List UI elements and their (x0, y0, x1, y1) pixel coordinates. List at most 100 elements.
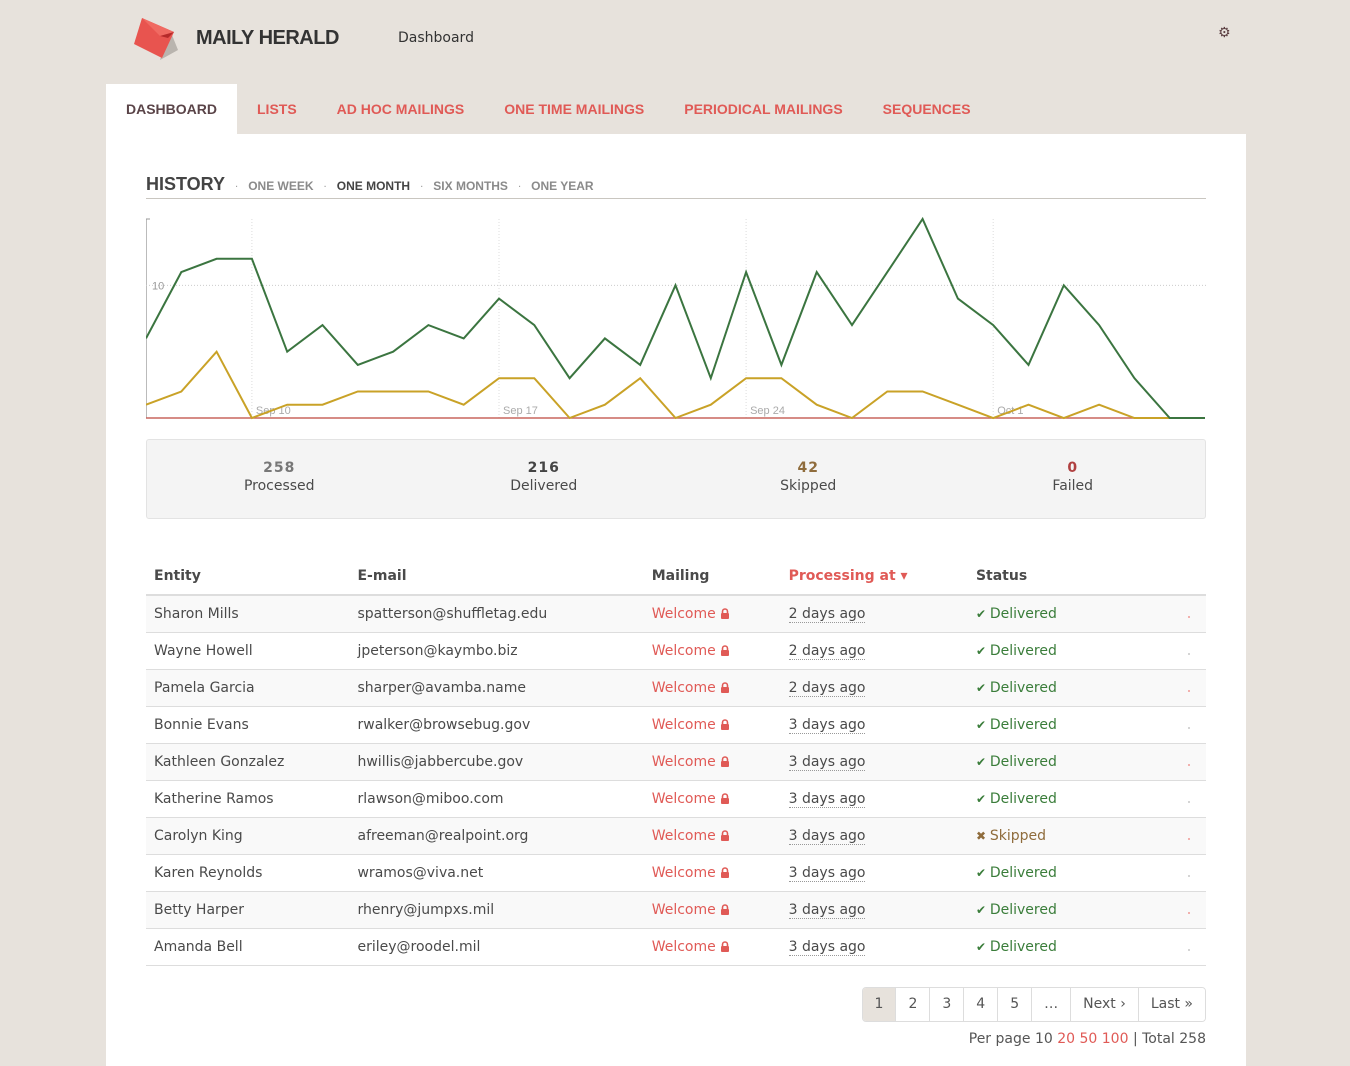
status-cell: ✔ Delivered (967, 632, 1180, 670)
page-next[interactable]: Next › (1070, 988, 1138, 1021)
email-cell: rhenry@jumpxs.mil (349, 891, 644, 929)
table-row[interactable]: Pamela Garcia sharper@avamba.name Welcome 2… (146, 669, 1206, 707)
entity-cell: Karen Reynolds (146, 854, 350, 892)
range-six-months[interactable]: SIX MONTHS (433, 179, 508, 193)
stat-label: Processed (243, 478, 315, 494)
sort-caret-down-icon: ▾ (895, 567, 908, 584)
tab-lists[interactable]: LISTS (237, 84, 317, 134)
page-5[interactable]: 5 (997, 988, 1032, 1021)
email-cell: eriley@roodel.mil (349, 928, 644, 966)
mailing-link[interactable]: Welcome (652, 791, 716, 807)
separator: · (323, 182, 327, 193)
table-row[interactable]: Wayne Howell jpeterson@kaymbo.biz Welcome 2… (146, 632, 1206, 670)
history-header: HISTORY · ONE WEEK · ONE MONTH · SIX MONTHS · ON… (146, 174, 1206, 199)
tab-sequences[interactable]: SEQUENCES (863, 84, 991, 134)
column-header-processing-at[interactable]: Processing at ▾ (780, 559, 968, 596)
entity-name[interactable]: Carolyn King (154, 828, 243, 844)
entity-name[interactable]: Kathleen Gonzalez (154, 754, 284, 770)
mailing-link[interactable]: Welcome (652, 865, 716, 881)
tab-dashboard[interactable]: DASHBOARD (106, 84, 237, 134)
processing-at-cell: 3 days ago (780, 891, 968, 929)
lock-icon (716, 902, 730, 918)
processing-at-cell: 2 days ago (780, 595, 968, 633)
table-row[interactable]: Betty Harper rhenry@jumpxs.mil Welcome 3 da… (146, 891, 1206, 929)
status-cell: ✔ Delivered (967, 928, 1180, 966)
mailing-cell: Welcome (643, 595, 781, 633)
row-menu-dot-icon[interactable] (1188, 800, 1190, 803)
per-page: Per page 10 20 50 100 | Total 258 (969, 1031, 1206, 1047)
status-cell: ✔ Delivered (967, 669, 1180, 707)
mailing-cell: Welcome (643, 743, 781, 781)
status-text: Delivered (989, 901, 1057, 918)
check-icon: ✔ (975, 902, 990, 917)
range-one-year[interactable]: ONE YEAR (531, 179, 593, 193)
entity-name[interactable]: Amanda Bell (154, 939, 243, 955)
entity-name[interactable]: Betty Harper (154, 902, 244, 918)
table-row[interactable]: Kathleen Gonzalez hwillis@jabbercube.gov W… (146, 743, 1206, 781)
range-one-month[interactable]: ONE MONTH (337, 179, 410, 193)
mailing-link[interactable]: Welcome (652, 828, 716, 844)
table-row[interactable]: Carolyn King afreeman@realpoint.org Welcom… (146, 817, 1206, 855)
page-4[interactable]: 4 (963, 988, 998, 1021)
row-menu-dot-icon[interactable] (1188, 726, 1190, 729)
email: eriley@roodel.mil (357, 938, 481, 955)
main-panel: HISTORY · ONE WEEK · ONE MONTH · SIX MONTHS · ON… (106, 134, 1246, 1066)
mailing-link[interactable]: Welcome (652, 717, 716, 733)
mailing-link[interactable]: Welcome (652, 680, 716, 696)
page-1[interactable]: 1 (862, 988, 896, 1021)
row-actions-cell (1180, 706, 1206, 744)
mailing-link[interactable]: Welcome (652, 754, 716, 770)
logo-envelope-icon[interactable] (134, 16, 182, 62)
processing-at-cell: 3 days ago (780, 706, 968, 744)
row-menu-dot-icon[interactable] (1188, 652, 1190, 655)
page-3[interactable]: 3 (929, 988, 964, 1021)
entity-name[interactable]: Katherine Ramos (154, 791, 274, 807)
per-page-option-50[interactable]: 50 (1079, 1031, 1097, 1047)
row-menu-dot-icon[interactable] (1188, 837, 1190, 840)
row-actions-cell (1180, 780, 1206, 818)
mailing-link[interactable]: Welcome (652, 902, 716, 918)
processing-time: 3 days ago (788, 753, 866, 771)
per-page-option-20[interactable]: 20 (1057, 1031, 1075, 1047)
table-row[interactable]: Katherine Ramos rlawson@miboo.com Welcome 3… (146, 780, 1206, 818)
tab-one-time-mailings[interactable]: ONE TIME MAILINGS (484, 84, 664, 134)
column-header-entity[interactable]: Entity (146, 559, 350, 596)
gear-icon[interactable]: ⚙ (1218, 26, 1232, 40)
row-menu-dot-icon[interactable] (1188, 689, 1190, 692)
page-2[interactable]: 2 (895, 988, 930, 1021)
row-menu-dot-icon[interactable] (1188, 763, 1190, 766)
email-cell: afreeman@realpoint.org (349, 817, 644, 855)
column-header-label: E-mail (357, 567, 407, 584)
row-actions-cell (1180, 817, 1206, 855)
processing-time: 3 days ago (788, 827, 866, 845)
per-page-option-100[interactable]: 100 (1102, 1031, 1129, 1047)
mailing-link[interactable]: Welcome (652, 643, 716, 659)
table-row[interactable]: Bonnie Evans rwalker@browsebug.gov Welcome… (146, 706, 1206, 744)
column-header-mailing[interactable]: Mailing (643, 559, 781, 596)
row-menu-dot-icon[interactable] (1188, 874, 1190, 877)
lock-icon (716, 828, 730, 844)
entity-name[interactable]: Wayne Howell (154, 643, 253, 659)
entity-name[interactable]: Sharon Mills (154, 606, 239, 622)
tab-ad-hoc-mailings[interactable]: AD HOC MAILINGS (317, 84, 485, 134)
mailing-link[interactable]: Welcome (652, 606, 716, 622)
range-one-week[interactable]: ONE WEEK (248, 179, 313, 193)
column-header-status[interactable]: Status (967, 559, 1180, 596)
mailing-link[interactable]: Welcome (652, 939, 716, 955)
series-line-skipped (146, 349, 1205, 420)
entity-name[interactable]: Pamela Garcia (154, 680, 255, 696)
table-row[interactable]: Sharon Mills spatterson@shuffletag.edu Wel… (146, 595, 1206, 633)
table-row[interactable]: Karen Reynolds wramos@viva.net Welcome 3 da… (146, 854, 1206, 892)
column-header-label: Mailing (651, 567, 710, 584)
table-row[interactable]: Amanda Bell eriley@roodel.mil Welcome 3 day… (146, 928, 1206, 966)
column-header-e-mail[interactable]: E-mail (349, 559, 644, 596)
row-menu-dot-icon[interactable] (1188, 615, 1190, 618)
table-header-row: Entity E-mail Mailing Processing at ▾ Status (146, 559, 1206, 596)
brand-name[interactable]: MAILY HERALD (196, 27, 339, 50)
row-menu-dot-icon[interactable] (1188, 948, 1190, 951)
row-menu-dot-icon[interactable] (1188, 911, 1190, 914)
page-last[interactable]: Last » (1137, 988, 1205, 1021)
tab-periodical-mailings[interactable]: PERIODICAL MAILINGS (664, 84, 862, 134)
entity-name[interactable]: Karen Reynolds (154, 865, 262, 881)
entity-name[interactable]: Bonnie Evans (154, 717, 249, 733)
